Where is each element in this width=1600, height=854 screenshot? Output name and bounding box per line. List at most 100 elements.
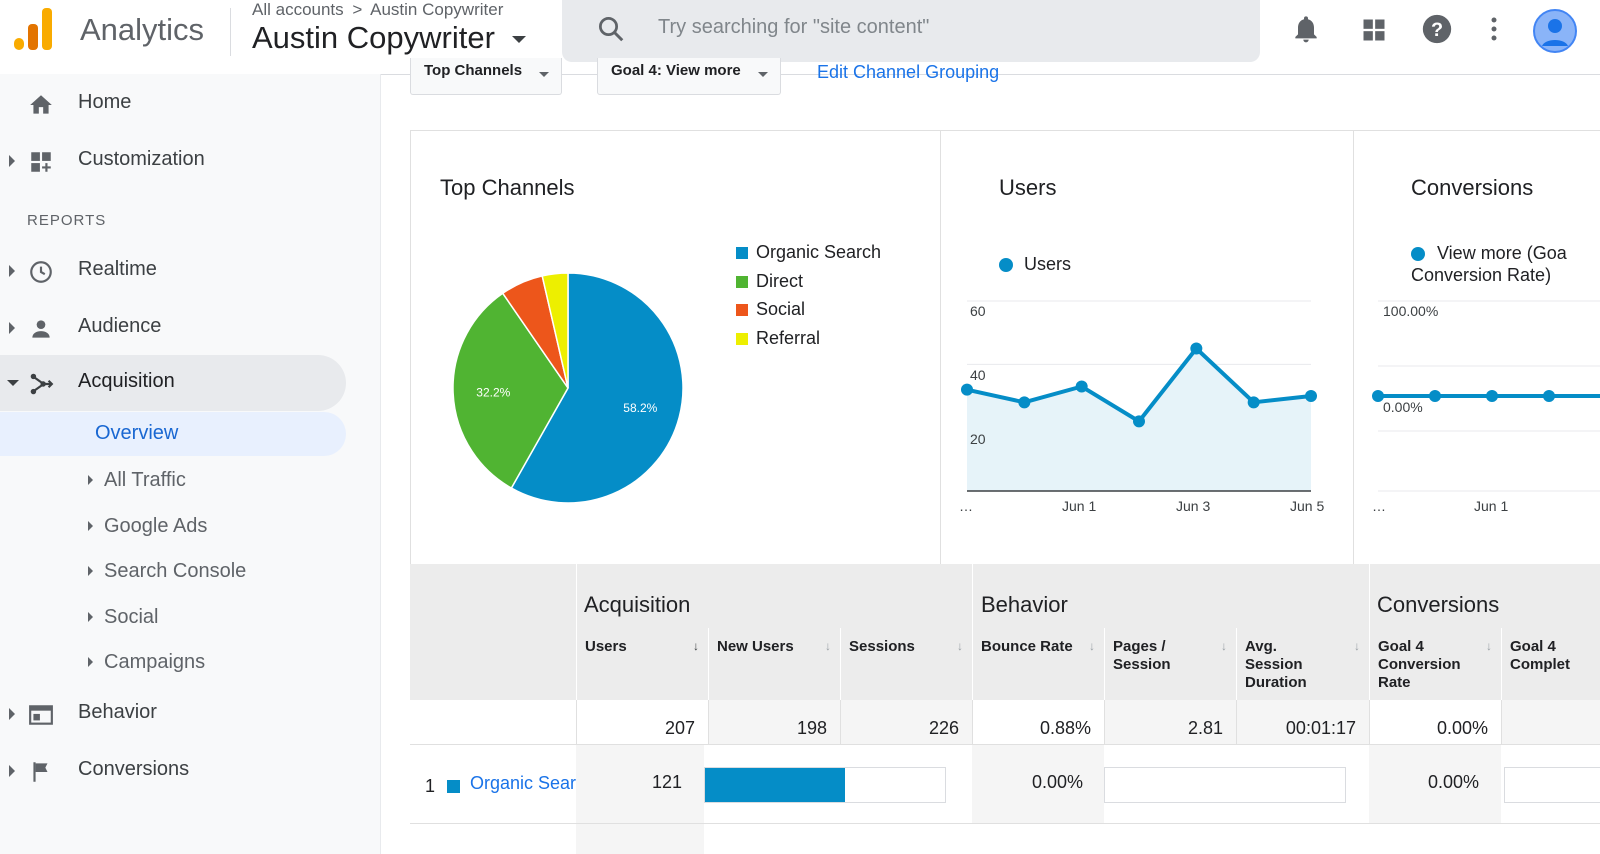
dashboard-icon (31, 152, 51, 172)
table-row[interactable]: 1 Organic Sear 121 0.00% 0.00% (410, 745, 1600, 823)
top-channels-pie[interactable]: 58.2% 32.2% (436, 256, 701, 521)
users-data-point[interactable] (1190, 342, 1203, 355)
total-value: 00:01:17 (1285, 718, 1356, 738)
next-row-users-cell (576, 824, 704, 854)
completions-bar-track (1504, 767, 1600, 803)
total-value: 2.81 (1187, 718, 1223, 738)
sidebar-subitem-label: Campaigns (104, 651, 206, 673)
y-tick-label: 0.00% (1383, 399, 1423, 415)
col-header-pages-session[interactable]: Pages / Session ↓ (1104, 628, 1237, 700)
col-header-avg-session-duration[interactable]: Avg. Session Duration ↓ (1236, 628, 1370, 700)
svg-text:?: ? (1431, 19, 1443, 41)
users-data-point[interactable] (1133, 415, 1145, 428)
sidebar-subitem-overview[interactable]: Overview (0, 412, 346, 456)
conversions-data-point[interactable] (1486, 390, 1498, 402)
users-data-point[interactable] (1305, 390, 1317, 402)
logo-bar-tall (42, 8, 52, 50)
total-bounce-rate: 0.88% (972, 700, 1105, 744)
col-header-label: Goal 4 Complet (1510, 638, 1570, 673)
chevron-right-icon (9, 265, 15, 277)
users-data-point[interactable] (961, 383, 973, 396)
sidebar-subitem-label: Google Ads (104, 515, 208, 537)
behavior-icon (29, 705, 53, 725)
total-value: 0.00% (1436, 718, 1488, 738)
col-header-new-users[interactable]: New Users ↓ (708, 628, 841, 700)
sidebar-item-behavior[interactable]: Behavior (0, 686, 346, 742)
sort-arrow-icon: ↓ (1221, 639, 1227, 653)
row-bounce-rate: 0.00% (1032, 772, 1084, 792)
search-placeholder[interactable]: Try searching for "site content" (658, 16, 929, 39)
conversions-data-point[interactable] (1429, 390, 1441, 402)
sidebar-item-label: Home (78, 91, 132, 113)
sidebar-item-customization[interactable]: Customization (0, 133, 346, 189)
avatar[interactable] (1532, 8, 1578, 54)
legend-label: Direct (756, 270, 804, 291)
channel-link[interactable]: Organic Sear (470, 773, 576, 799)
sidebar-item-label: Behavior (78, 701, 157, 723)
chevron-right-icon (88, 612, 93, 622)
col-header-goal4-completions[interactable]: Goal 4 Complet (1501, 628, 1600, 700)
sidebar-item-label: Audience (78, 315, 162, 337)
users-data-point[interactable] (1075, 380, 1088, 393)
top-channels-title: Top Channels (440, 175, 575, 200)
link-label: Edit Channel Grouping (817, 62, 1000, 82)
sidebar-item-home[interactable]: Home (0, 76, 346, 132)
edit-channel-grouping-link[interactable]: Edit Channel Grouping (817, 60, 999, 82)
sort-arrow-icon: ↓ (825, 639, 831, 653)
chevron-right-icon (9, 708, 15, 720)
clock-icon (30, 261, 52, 283)
sidebar-subitem-social[interactable]: Social (0, 595, 346, 639)
col-header-goal4-conv-rate[interactable]: Goal 4 Conversion Rate ↓ (1369, 628, 1502, 700)
property-selector[interactable]: Austin Copywriter (252, 20, 526, 56)
col-header-label: Pages / Session (1113, 638, 1171, 673)
header-group-conversions: Conversions (1377, 592, 1500, 617)
conversions-legend-line2: Conversion Rate) (1411, 265, 1552, 285)
pages-bar-track (1104, 767, 1346, 803)
sidebar-item-label: Customization (78, 148, 205, 170)
col-header-label: Users (585, 638, 627, 655)
sidebar: Home Customization REPORTS Realtime Audi… (0, 74, 381, 854)
x-tick-label: Jun 5 (1290, 498, 1325, 514)
col-header-sessions[interactable]: Sessions ↓ (840, 628, 973, 700)
sidebar-item-audience[interactable]: Audience (0, 300, 346, 356)
sidebar-subitem-campaigns[interactable]: Campaigns (0, 640, 346, 684)
property-name: Austin Copywriter (252, 20, 495, 55)
help-icon[interactable]: ? (1420, 12, 1454, 46)
goal-dropdown[interactable]: Goal 4: View more (597, 58, 781, 95)
total-conv-rate: 0.00% (1369, 700, 1502, 744)
row-conv-rate: 0.00% (1428, 772, 1480, 792)
breadcrumb[interactable]: All accounts > Austin Copywriter (252, 0, 503, 20)
sidebar-subitem-label: Overview (95, 422, 179, 444)
card-divider (1353, 131, 1354, 565)
apps-grid-icon[interactable] (1360, 16, 1388, 44)
users-data-point[interactable] (1018, 396, 1031, 409)
sidebar-item-acquisition[interactable]: Acquisition (0, 355, 346, 411)
col-header-bounce-rate[interactable]: Bounce Rate ↓ (972, 628, 1105, 700)
users-line-chart[interactable] (951, 291, 1341, 521)
conversions-data-point[interactable] (1543, 390, 1555, 402)
sidebar-subitem-google-ads[interactable]: Google Ads (0, 504, 346, 548)
users-data-point[interactable] (1247, 396, 1260, 409)
sidebar-subitem-search-console[interactable]: Search Console (0, 549, 346, 593)
more-vert-icon[interactable] (1482, 14, 1506, 44)
channel-grouping-dropdown[interactable]: Top Channels (410, 58, 562, 95)
y-tick-label: 100.00% (1383, 303, 1439, 319)
users-card-title: Users (999, 175, 1057, 200)
sidebar-item-conversions[interactable]: Conversions (0, 743, 346, 799)
caret-down-icon (758, 72, 768, 77)
breadcrumb-root[interactable]: All accounts (252, 0, 344, 19)
col-header-label: Goal 4 Conversion Rate (1378, 638, 1461, 691)
users-legend-label: Users (1024, 254, 1072, 274)
breadcrumb-account[interactable]: Austin Copywriter (370, 0, 503, 19)
y-tick-label: 20 (970, 431, 986, 447)
legend-label: Social (756, 299, 806, 319)
sidebar-subitem-all-traffic[interactable]: All Traffic (0, 458, 346, 502)
sidebar-item-label: Realtime (78, 258, 157, 280)
chevron-right-icon (88, 475, 93, 485)
chevron-right-icon (9, 322, 15, 334)
col-header-users[interactable]: Users ↓ (576, 628, 709, 700)
bell-icon[interactable] (1290, 12, 1322, 46)
sidebar-item-realtime[interactable]: Realtime (0, 243, 346, 299)
analytics-logo[interactable] (14, 8, 54, 50)
card-divider (940, 131, 941, 565)
